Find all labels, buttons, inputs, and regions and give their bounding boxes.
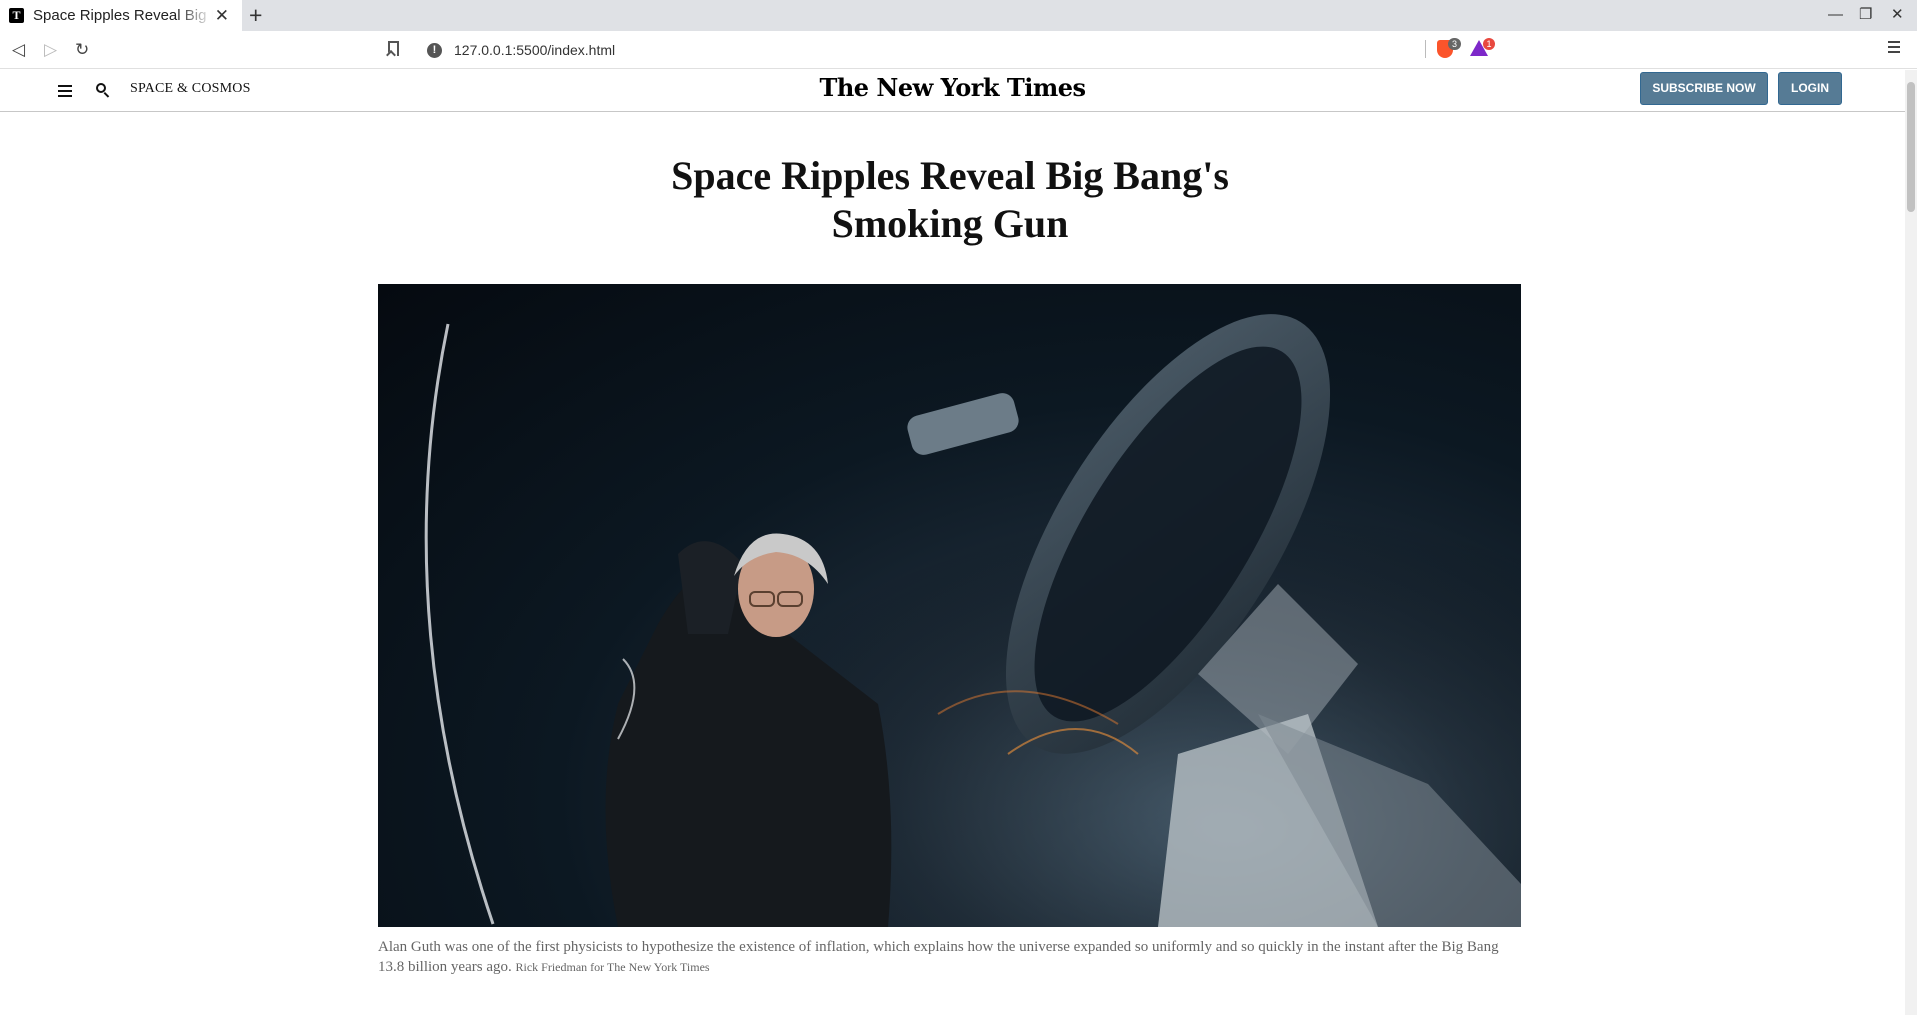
back-icon[interactable]: ◁ [12,40,25,60]
address-bar[interactable]: ! 127.0.0.1:5500/index.html [415,36,1497,64]
brave-rewards-count: 1 [1483,38,1495,50]
new-tab-button[interactable]: + [249,3,262,28]
close-window-icon[interactable]: ✕ [1891,6,1904,24]
forward-icon[interactable]: ▷ [44,40,57,60]
scrollbar-thumb[interactable] [1907,82,1915,212]
menu-icon[interactable] [1888,41,1900,56]
login-button[interactable]: LOGIN [1778,72,1842,105]
url-text[interactable]: 127.0.0.1:5500/index.html [454,42,615,58]
page-scrollbar[interactable] [1905,70,1917,1015]
bookmark-icon[interactable] [388,41,399,56]
site-header: SPACE & COSMOS The New York Times SUBSCR… [0,70,1905,112]
article-headline: Space Ripples Reveal Big Bang's Smoking … [450,152,1450,248]
brave-shield-count: 3 [1448,38,1461,50]
info-icon[interactable]: ! [427,42,442,58]
headline-line-1: Space Ripples Reveal Big Bang's [671,153,1229,198]
nyt-favicon-icon: T [9,8,24,23]
masthead-logo[interactable]: The New York Times [0,73,1905,102]
browser-tab[interactable]: T Space Ripples Reveal Big Bang's Smokin… [0,0,242,31]
tab-title: Space Ripples Reveal Big Bang's Smoking … [33,7,213,24]
reload-icon[interactable]: ↻ [75,40,89,60]
subscribe-button[interactable]: SUBSCRIBE NOW [1640,72,1768,105]
headline-line-2: Smoking Gun [831,201,1069,246]
hero-photo-illustration [378,284,1521,927]
hero-photo [378,284,1521,927]
photo-credit: Rick Friedman for The New York Times [515,960,710,974]
close-tab-icon[interactable]: ✕ [215,6,229,25]
browser-toolbar: ◁ ▷ ↻ ! 127.0.0.1:5500/index.html [0,31,1917,69]
restore-icon[interactable]: ❐ [1859,6,1872,24]
tab-strip: T Space Ripples Reveal Big Bang's Smokin… [0,0,1917,31]
minimize-icon[interactable]: ― [1828,6,1843,24]
toolbar-divider [1425,40,1426,58]
photo-caption: Alan Guth was one of the first physicist… [378,937,1521,977]
